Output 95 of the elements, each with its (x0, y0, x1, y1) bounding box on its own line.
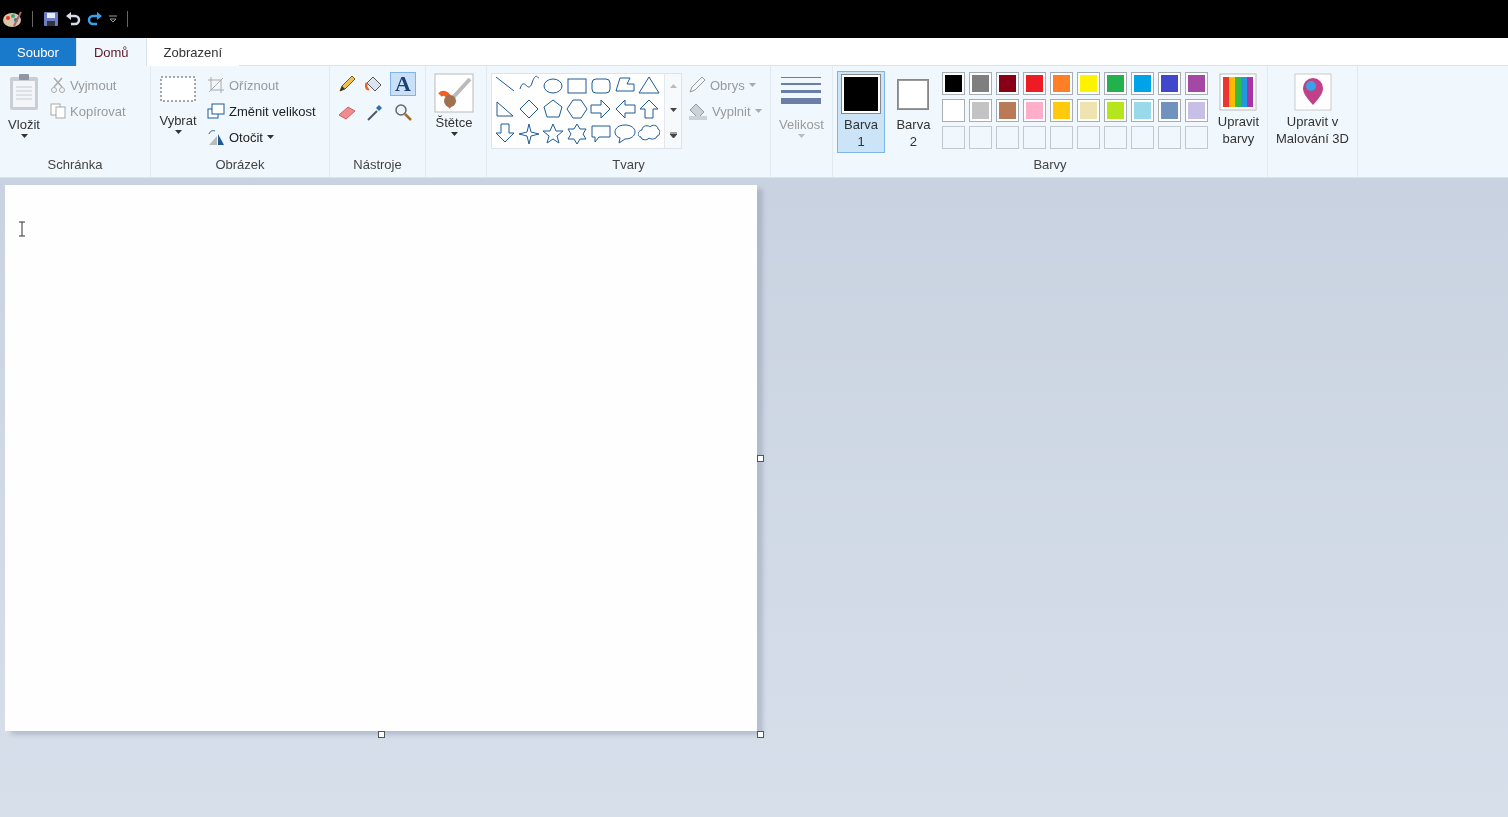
palette-swatch[interactable] (1076, 99, 1100, 122)
group-label: Nástroje (352, 157, 403, 174)
magnifier-icon (393, 102, 413, 122)
shape-icon[interactable] (614, 99, 636, 121)
palette-swatch[interactable] (1157, 72, 1181, 95)
empty-color-slot[interactable] (1049, 126, 1073, 149)
resize-handle[interactable] (378, 731, 385, 738)
resize-handle[interactable] (757, 731, 764, 738)
shape-icon[interactable] (614, 123, 636, 145)
rotate-icon (207, 128, 225, 146)
empty-color-slot[interactable] (1157, 126, 1181, 149)
resize-icon (207, 102, 225, 120)
brush-icon (434, 73, 474, 113)
empty-color-slot[interactable] (941, 126, 965, 149)
scroll-up-icon (669, 84, 677, 88)
edit-colors-button[interactable]: Upravit barvy (1213, 71, 1263, 157)
eyedropper-icon (365, 102, 385, 122)
empty-color-slot[interactable] (1130, 126, 1154, 149)
paint-palette-icon (2, 10, 22, 28)
palette-swatch[interactable] (1157, 99, 1181, 122)
empty-color-slot[interactable] (968, 126, 992, 149)
palette-swatch[interactable] (1103, 99, 1127, 122)
empty-color-slot[interactable] (1076, 126, 1100, 149)
paint-3d-icon (1293, 73, 1332, 111)
resize-button[interactable]: Změnit velikost (205, 99, 318, 123)
caret-icon (174, 130, 182, 134)
palette-swatch[interactable] (941, 72, 965, 95)
palette-swatch[interactable] (1184, 72, 1208, 95)
shape-icon[interactable] (542, 99, 564, 121)
shape-icon[interactable] (518, 123, 540, 145)
shape-icon[interactable] (566, 99, 588, 121)
palette-swatch[interactable] (1049, 99, 1073, 122)
save-icon (43, 11, 59, 27)
shape-icon[interactable] (542, 75, 564, 97)
palette-swatch[interactable] (941, 99, 965, 122)
palette-swatch[interactable] (1049, 72, 1073, 95)
shape-icon[interactable] (638, 75, 660, 97)
file-menu-tab[interactable]: Soubor (0, 38, 76, 66)
shape-icon[interactable] (566, 123, 588, 145)
scroll-down-icon (669, 108, 677, 112)
more-icon (669, 132, 677, 138)
caret-icon (450, 132, 458, 136)
shape-icon[interactable] (542, 123, 564, 145)
dropdown-icon (109, 15, 117, 23)
group-label: Obrázek (214, 157, 266, 174)
empty-color-slot[interactable] (1103, 126, 1127, 149)
empty-color-slot[interactable] (995, 126, 1019, 149)
redo-icon (87, 11, 103, 27)
text-tool[interactable]: A (390, 72, 416, 96)
color-slot-button[interactable]: Barva 2 (891, 71, 936, 153)
palette-swatch[interactable] (968, 72, 992, 95)
palette-swatch[interactable] (1184, 99, 1208, 122)
clipboard-icon (8, 73, 40, 111)
palette-swatch[interactable] (1076, 72, 1100, 95)
caret-icon (266, 135, 274, 139)
selection-icon (159, 73, 197, 103)
group-label: Schránka (46, 157, 104, 174)
pencil-icon (688, 76, 706, 94)
palette-swatch[interactable] (1022, 72, 1046, 95)
palette-swatch[interactable] (995, 72, 1019, 95)
select-button[interactable]: Vybrat (155, 71, 201, 157)
crop-icon (207, 76, 225, 94)
empty-color-slot[interactable] (1184, 126, 1208, 149)
shape-icon[interactable] (590, 75, 612, 97)
caret-icon (754, 109, 762, 113)
empty-color-slot[interactable] (1022, 126, 1046, 149)
edit-in-paint-3d-button[interactable]: Upravit v Malování 3D (1272, 71, 1353, 177)
group-label: Tvary (611, 157, 646, 174)
palette-swatch[interactable] (1130, 72, 1154, 95)
pencil-icon (337, 74, 357, 94)
text-cursor-icon (18, 221, 26, 237)
caret-icon (797, 134, 805, 138)
undo-icon (65, 11, 81, 27)
rotate-button[interactable]: Otočit (205, 125, 318, 149)
palette-swatch[interactable] (1022, 99, 1046, 122)
palette-swatch[interactable] (1130, 99, 1154, 122)
paste-button[interactable]: Vložit (4, 71, 44, 157)
color-slot-button[interactable]: Barva 1 (837, 71, 885, 153)
palette-swatch[interactable] (995, 99, 1019, 122)
caret-icon (748, 83, 756, 87)
shape-icon[interactable] (638, 99, 660, 121)
brushes-button[interactable]: Štětce (430, 71, 478, 157)
group-label: Barvy (1032, 157, 1068, 174)
shape-icon[interactable] (518, 99, 540, 121)
caret-icon (20, 134, 28, 138)
paint-bucket-icon (688, 102, 708, 120)
palette-swatch[interactable] (968, 99, 992, 122)
shape-icon[interactable] (494, 123, 516, 145)
ribbon-tab[interactable]: Domů (75, 38, 147, 66)
palette-swatch[interactable] (1103, 72, 1127, 95)
resize-handle[interactable] (757, 455, 764, 462)
copy-icon (50, 103, 66, 119)
scissors-icon (50, 77, 66, 93)
rainbow-icon (1219, 73, 1258, 111)
shape-icon[interactable] (590, 99, 612, 121)
